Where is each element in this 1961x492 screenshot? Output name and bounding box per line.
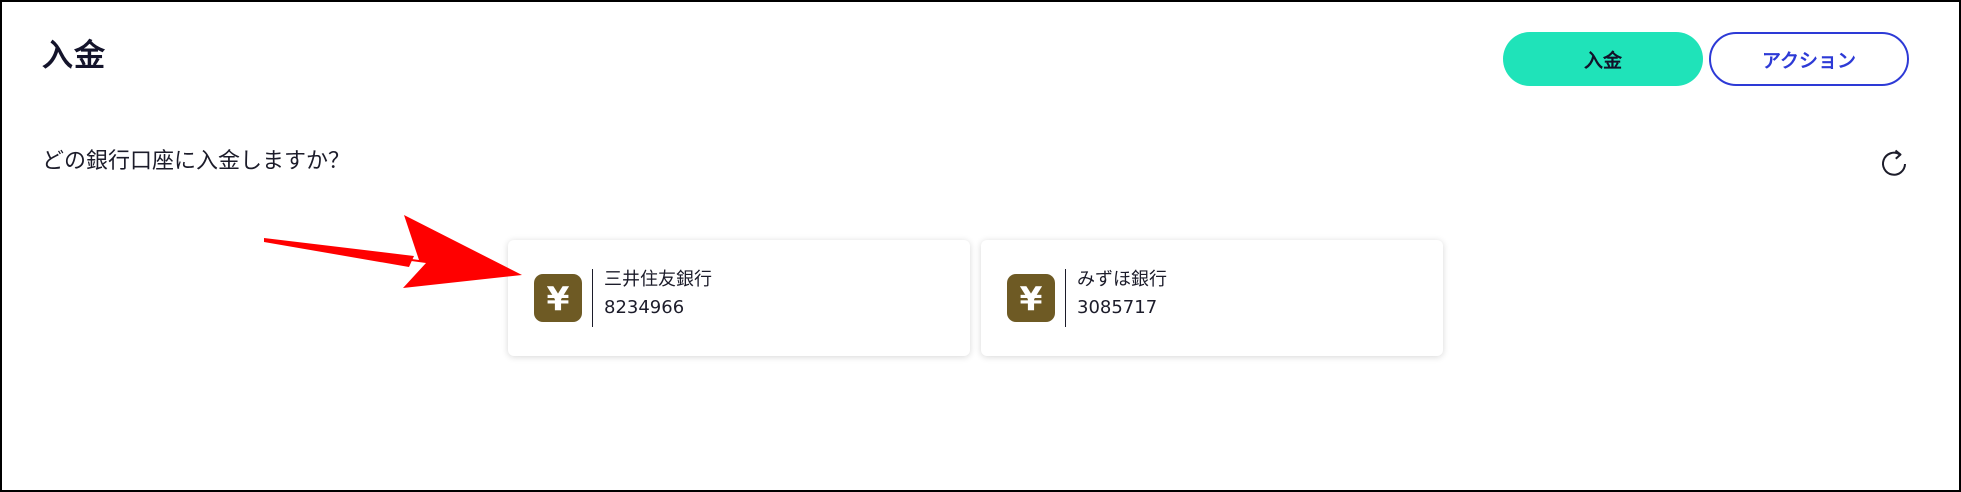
account-number: 8234966 bbox=[604, 297, 685, 318]
card-divider bbox=[592, 269, 593, 327]
yen-icon: ¥ bbox=[1007, 274, 1055, 322]
bank-name: みずほ銀行 bbox=[1077, 269, 1167, 290]
yen-icon: ¥ bbox=[534, 274, 582, 322]
deposit-button[interactable]: 入金 bbox=[1503, 32, 1703, 86]
refresh-icon[interactable] bbox=[1878, 148, 1910, 180]
card-divider bbox=[1065, 269, 1066, 327]
bank-account-question: どの銀行口座に入金しますか？ bbox=[42, 149, 351, 174]
bank-account-card[interactable]: ¥ みずほ銀行 3085717 bbox=[981, 240, 1443, 356]
bank-name: 三井住友銀行 bbox=[604, 269, 712, 290]
page-title: 入金 bbox=[42, 38, 106, 74]
bank-account-card[interactable]: ¥ 三井住友銀行 8234966 bbox=[508, 240, 970, 356]
red-arrow-annotation bbox=[264, 215, 522, 288]
deposit-page: 入金 入金 アクション どの銀行口座に入金しますか？ ¥ 三井住友銀行 8234… bbox=[0, 0, 1961, 492]
account-number: 3085717 bbox=[1077, 297, 1158, 318]
action-button[interactable]: アクション bbox=[1709, 32, 1909, 86]
